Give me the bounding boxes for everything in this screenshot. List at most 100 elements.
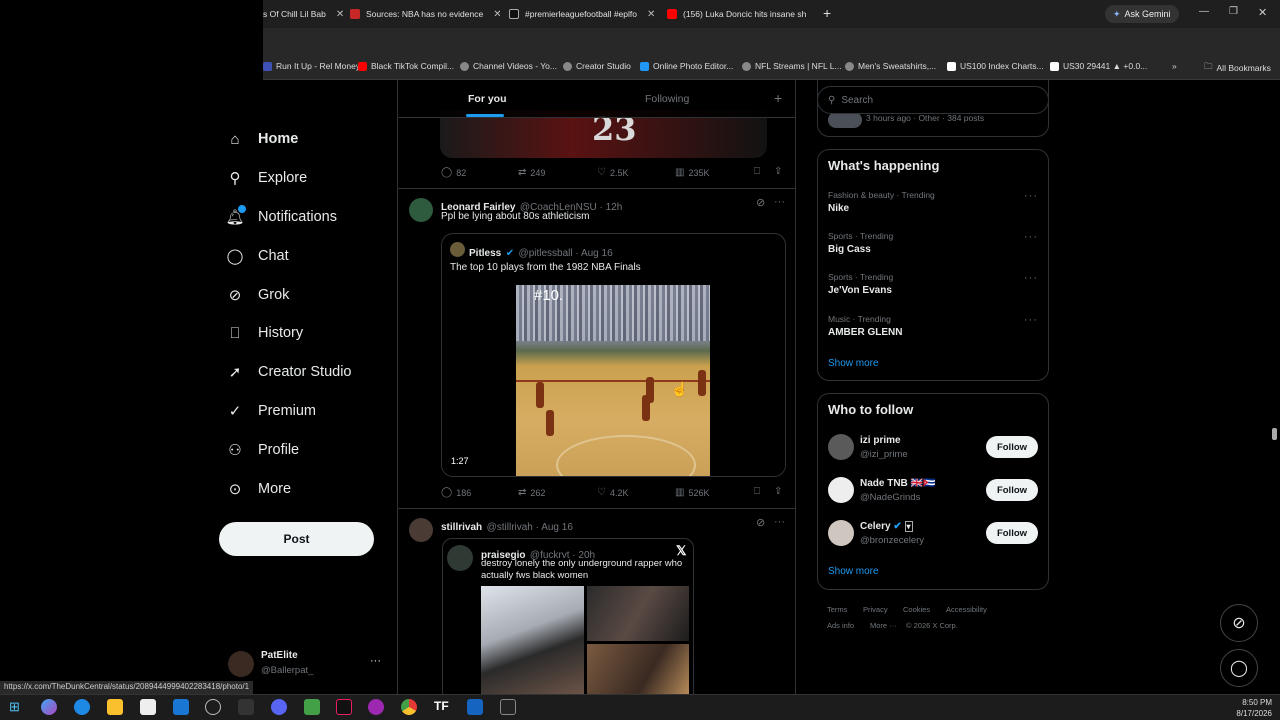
trend-name[interactable]: Je'Von Evans (828, 285, 892, 296)
nav-history[interactable]: ⎕ History (226, 321, 303, 345)
browser-tab[interactable]: s Of Chill Lil Bab ✕ (263, 4, 343, 24)
nav-grok[interactable]: ⊘ Grok (226, 283, 290, 307)
bookmarks-overflow-icon[interactable]: » (1172, 61, 1177, 71)
show-more-link[interactable]: Show more (828, 566, 879, 577)
bookmark-item[interactable]: NFL Streams | NFL L... (742, 61, 842, 71)
nav-notifications[interactable]: 🔔︎ Notifications (225, 205, 337, 229)
trend-name[interactable]: Big Cass (828, 244, 871, 255)
app-icon[interactable] (500, 699, 516, 715)
ask-gemini-button[interactable]: ✦ Ask Gemini (1105, 5, 1179, 23)
nav-more[interactable]: ⊙ More (226, 477, 291, 501)
video-player[interactable]: #10. 1:27 ☝ (442, 285, 785, 476)
chrome-icon[interactable] (401, 699, 417, 715)
bookmark-item[interactable]: Online Photo Editor... (640, 61, 733, 71)
outlook-icon[interactable] (173, 699, 189, 715)
messages-float-button[interactable]: ◯ (1220, 649, 1258, 687)
bookmark-item[interactable]: Creator Studio (563, 61, 631, 71)
follow-button[interactable]: Follow (986, 479, 1038, 501)
store-icon[interactable] (140, 699, 156, 715)
bookmark-button[interactable]: ⎕ (754, 486, 760, 497)
show-more-link[interactable]: Show more (828, 358, 879, 369)
trend-name[interactable]: AMBER GLENN (828, 327, 902, 338)
like-button[interactable]: ♡ 4.2K (597, 487, 628, 498)
more-options-icon[interactable]: ··· (774, 516, 785, 528)
trend-name[interactable]: Nike (828, 203, 849, 214)
copilot-icon[interactable] (41, 699, 57, 715)
nav-creator-studio[interactable]: ➚ Creator Studio (226, 360, 352, 384)
trend-more-icon[interactable]: ··· (1024, 190, 1038, 202)
reply-button[interactable]: ◯ 82 (441, 167, 466, 178)
close-tab-icon[interactable]: ✕ (647, 9, 655, 20)
app-icon[interactable]: TF (434, 699, 450, 715)
follow-button[interactable]: Follow (986, 522, 1038, 544)
account-menu-icon[interactable]: ··· (370, 655, 381, 667)
nav-premium[interactable]: ✓ Premium (226, 399, 316, 423)
follow-button[interactable]: Follow (986, 436, 1038, 458)
repost-button[interactable]: ⇄ 249 (518, 167, 545, 178)
views-button[interactable]: ▥ 235K (675, 167, 709, 178)
scrollbar-thumb[interactable] (1272, 428, 1277, 440)
suggestion-name[interactable]: Celery ✔ ▾ (860, 521, 913, 532)
bookmark-item[interactable]: Men's Sweatshirts,... (845, 61, 936, 71)
bookmark-item[interactable]: Channel Videos - Yo... (460, 61, 557, 71)
app-icon[interactable] (368, 699, 384, 715)
more-options-icon[interactable]: ··· (774, 196, 785, 208)
close-window-icon[interactable]: ✕ (1258, 6, 1267, 19)
browser-tab[interactable]: (156) Luka Doncic hits insane sh ✕ (667, 4, 817, 24)
grok-float-button[interactable]: ⊘ (1220, 604, 1258, 642)
close-tab-icon[interactable]: ✕ (816, 9, 817, 20)
close-tab-icon[interactable]: ✕ (493, 9, 500, 20)
edge-icon[interactable] (74, 699, 90, 715)
tiktok-icon[interactable] (336, 699, 352, 715)
new-tab-button[interactable]: + (823, 5, 831, 21)
post-button[interactable]: Post (219, 522, 374, 556)
trend-more-icon[interactable]: ··· (1024, 231, 1038, 243)
nav-home[interactable]: ⌂ Home (226, 127, 298, 151)
author-handle[interactable]: @stillrivah · Aug 16 (487, 522, 573, 533)
file-explorer-icon[interactable] (107, 699, 123, 715)
close-tab-icon[interactable]: ✕ (336, 9, 343, 20)
restore-icon[interactable]: ❐ (1229, 6, 1238, 17)
footer-link[interactable]: Accessibility (946, 605, 987, 614)
footer-link[interactable]: More ··· (870, 621, 897, 630)
share-button[interactable]: ⇪ (774, 486, 782, 497)
views-button[interactable]: ▥ 526K (675, 487, 709, 498)
browser-tab[interactable]: Sources: NBA has no evidence ✕ (350, 4, 500, 24)
grok-icon[interactable]: ⊘ (756, 196, 765, 209)
minimize-icon[interactable]: — (1199, 6, 1209, 17)
bookmark-item[interactable]: Run It Up - Rel Money (263, 61, 360, 71)
footer-link[interactable]: Cookies (903, 605, 930, 614)
nav-chat[interactable]: ◯ Chat (226, 244, 289, 268)
nav-explore[interactable]: ⚲ Explore (226, 166, 308, 190)
bookmark-item[interactable]: Black TikTok Compil... (358, 61, 454, 71)
tab-following[interactable]: Following (645, 93, 689, 105)
quote-card[interactable]: Pitless ✔ @pitlessball · Aug 16 The top … (441, 233, 786, 477)
trend-more-icon[interactable]: ··· (1024, 314, 1038, 326)
embedded-screenshot[interactable]: praisegio @fuckrvt · 20h 𝕏 destroy lonel… (442, 538, 694, 694)
footer-link[interactable]: Privacy (863, 605, 888, 614)
app-icon[interactable] (304, 699, 320, 715)
nav-profile[interactable]: ⚇ Profile (226, 438, 299, 462)
avatar[interactable] (228, 651, 254, 677)
share-button[interactable]: ⇪ (774, 166, 782, 177)
avatar[interactable] (828, 477, 854, 503)
windows-start-icon[interactable]: ⊞ (9, 699, 25, 715)
repost-button[interactable]: ⇄ 262 (518, 487, 545, 498)
like-button[interactable]: ♡ 2.5K (597, 167, 628, 178)
avatar[interactable] (828, 434, 854, 460)
add-tab-icon[interactable]: + (774, 90, 782, 106)
footer-link[interactable]: Ads info (827, 621, 854, 630)
bookmark-button[interactable]: ⎕ (754, 166, 760, 177)
settings-icon[interactable] (205, 699, 221, 715)
app-icon[interactable] (467, 699, 483, 715)
all-bookmarks-folder[interactable]: 🗀 All Bookmarks (1204, 61, 1271, 75)
suggestion-name[interactable]: Nade TNB 🇬🇧🇨🇺 (860, 478, 935, 489)
trend-more-icon[interactable]: ··· (1024, 272, 1038, 284)
grok-icon[interactable]: ⊘ (756, 516, 765, 529)
system-clock[interactable]: 8:50 PM 8/17/2026 (1236, 697, 1272, 719)
avatar[interactable] (409, 518, 433, 542)
avatar[interactable] (409, 198, 433, 222)
avatar[interactable] (828, 520, 854, 546)
browser-tab[interactable]: #premierleaguefootball #eplfo ✕ (509, 4, 657, 24)
discord-icon[interactable] (271, 699, 287, 715)
